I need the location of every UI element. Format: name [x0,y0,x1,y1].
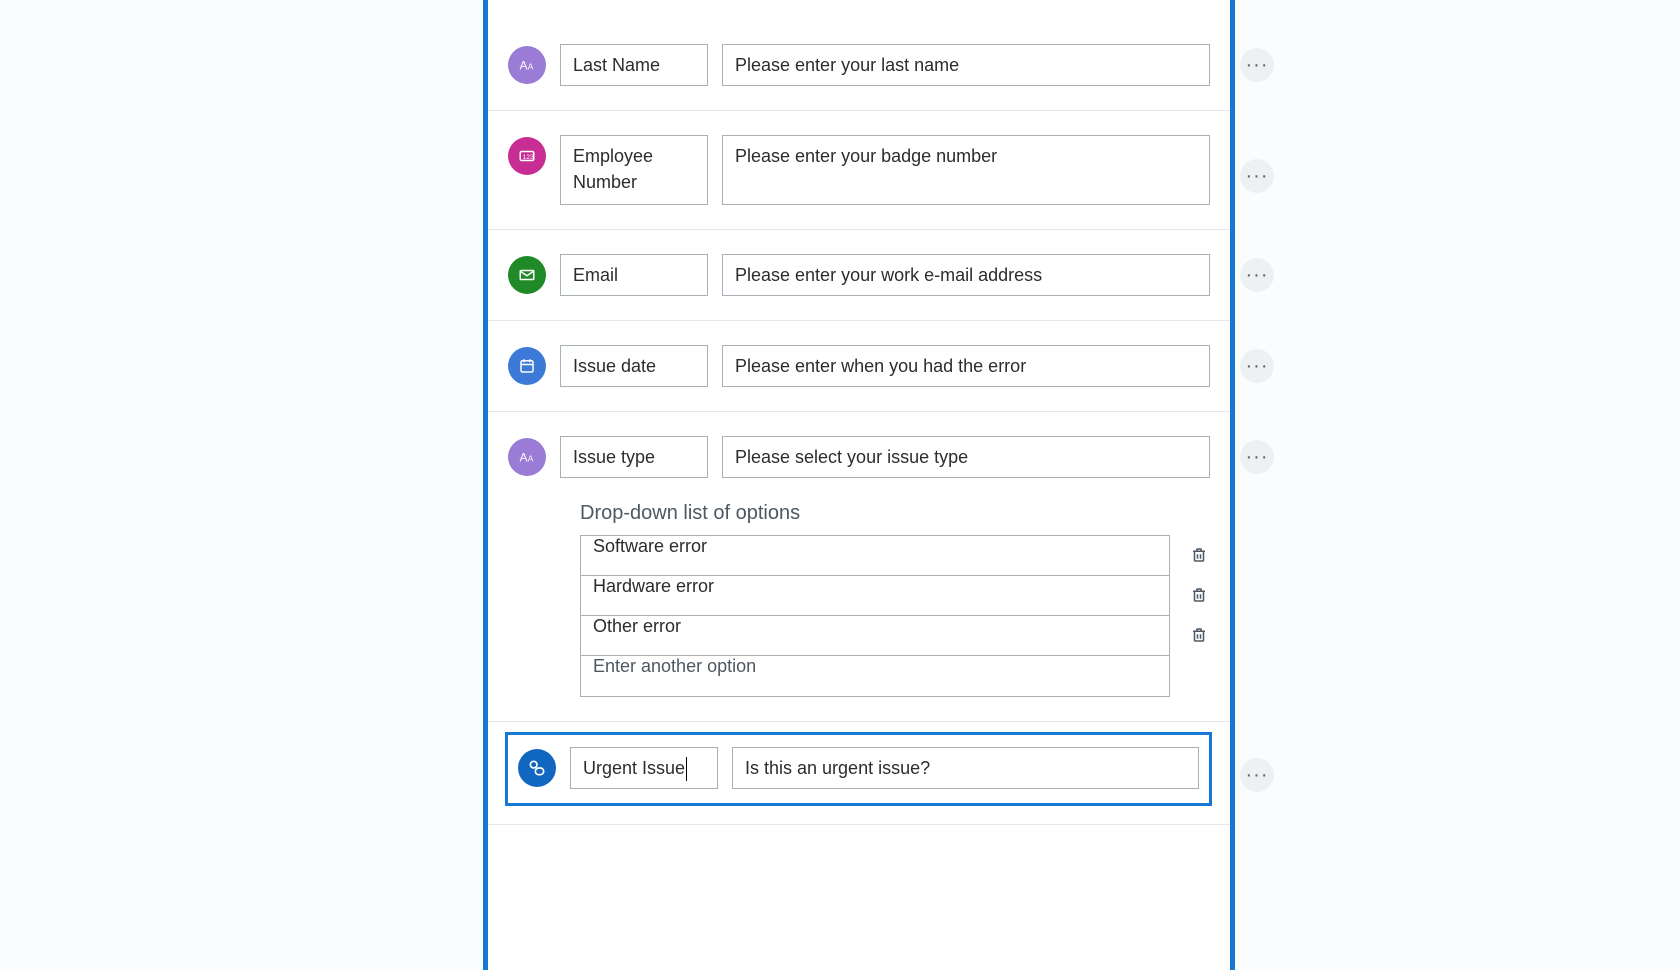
form-card: A A Last Name Please enter your last nam… [483,0,1235,970]
number-type-icon: 123 [508,137,546,175]
field-more-button[interactable]: ··· [1240,159,1274,193]
text-type-icon: A A [508,438,546,476]
dropdown-options-section: Drop-down list of options Software error… [580,502,1210,697]
field-label-input[interactable]: Urgent Issue [570,747,718,789]
trash-icon [1190,546,1208,564]
field-desc-input[interactable]: Please enter your badge number [722,135,1210,205]
svg-text:A: A [520,59,528,73]
dropdown-add-option-row[interactable]: Enter another option [581,656,1169,696]
trash-icon [1190,626,1208,644]
dropdown-option-row[interactable]: Other error [581,616,1169,656]
field-desc-input[interactable]: Please enter your last name [722,44,1210,86]
field-label-text: Urgent Issue [583,758,685,778]
field-last-name[interactable]: A A Last Name Please enter your last nam… [488,0,1230,111]
dropdown-option-list: Software error Hardware error Other erro… [580,535,1170,697]
field-urgent-issue[interactable]: Urgent Issue Is this an urgent issue? ··… [488,732,1230,825]
trash-icon [1190,586,1208,604]
field-desc-input[interactable]: Please enter your work e-mail address [722,254,1210,296]
field-employee-number[interactable]: 123 Employee Number Please enter your ba… [488,111,1230,230]
ellipsis-icon: ··· [1246,355,1269,378]
dropdown-option-row[interactable]: Hardware error [581,576,1169,616]
field-more-button[interactable]: ··· [1240,258,1274,292]
envelope-icon [508,256,546,294]
delete-option-button[interactable] [1188,615,1210,655]
delete-option-button[interactable] [1188,535,1210,575]
field-more-button[interactable]: ··· [1240,48,1274,82]
ellipsis-icon: ··· [1246,165,1269,188]
svg-text:A: A [520,451,528,465]
selected-field-frame: Urgent Issue Is this an urgent issue? [505,732,1212,806]
dropdown-option-input[interactable]: Hardware error [581,576,1169,616]
dropdown-options-title: Drop-down list of options [580,502,1210,525]
ellipsis-icon: ··· [1246,446,1269,469]
dropdown-option-input[interactable]: Other error [581,616,1169,656]
field-label-input[interactable]: Issue type [560,436,708,478]
dropdown-option-input[interactable]: Software error [581,536,1169,576]
field-label-input[interactable]: Issue date [560,345,708,387]
field-issue-type[interactable]: A A Issue type Please select your issue … [488,412,1230,722]
field-label-input[interactable]: Email [560,254,708,296]
field-email[interactable]: Email Please enter your work e-mail addr… [488,230,1230,321]
field-desc-input[interactable]: Is this an urgent issue? [732,747,1199,789]
toggle-icon [518,749,556,787]
text-type-icon: A A [508,46,546,84]
ellipsis-icon: ··· [1246,54,1269,77]
field-desc-input[interactable]: Please select your issue type [722,436,1210,478]
ellipsis-icon: ··· [1246,264,1269,287]
field-more-button[interactable]: ··· [1240,758,1274,792]
svg-text:A: A [528,455,534,464]
field-issue-date[interactable]: Issue date Please enter when you had the… [488,321,1230,412]
field-label-input[interactable]: Employee Number [560,135,708,205]
text-caret [686,757,687,781]
field-more-button[interactable]: ··· [1240,440,1274,474]
dropdown-add-option-input[interactable]: Enter another option [581,656,1169,696]
field-desc-input[interactable]: Please enter when you had the error [722,345,1210,387]
field-label-input[interactable]: Last Name [560,44,708,86]
svg-text:A: A [528,63,534,72]
calendar-icon [508,347,546,385]
field-more-button[interactable]: ··· [1240,349,1274,383]
svg-text:123: 123 [523,154,535,161]
ellipsis-icon: ··· [1246,764,1269,787]
dropdown-option-row[interactable]: Software error [581,536,1169,576]
delete-option-button[interactable] [1188,575,1210,615]
